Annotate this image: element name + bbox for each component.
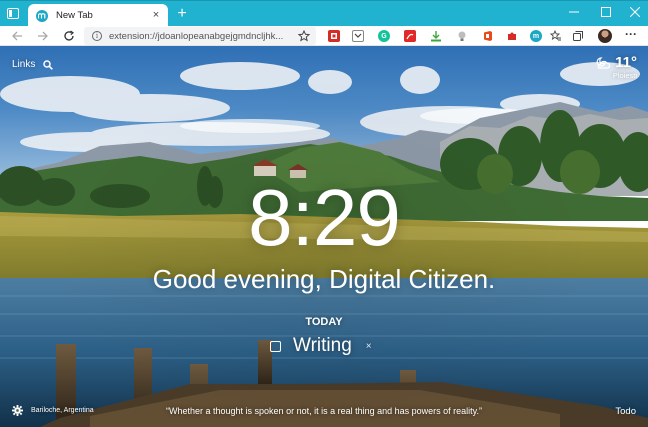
momentum-favicon-icon [36, 9, 48, 22]
pdf-icon[interactable] [404, 30, 416, 42]
search-icon[interactable] [43, 59, 54, 70]
weather-widget[interactable]: 11° Ploiesti [595, 54, 637, 80]
momentum-extension-icon[interactable]: m [530, 30, 542, 42]
browser-toolbar: i extension://jdoanlopeanabgejgmdncljhk.… [0, 26, 648, 46]
forward-button[interactable] [36, 29, 50, 43]
pocket-icon[interactable] [352, 30, 364, 42]
lastpass-icon[interactable] [328, 30, 340, 42]
close-window-button[interactable] [620, 1, 648, 23]
maximize-button[interactable] [591, 1, 621, 23]
new-tab-button[interactable]: + [174, 5, 190, 23]
lightbulb-icon[interactable] [456, 30, 468, 42]
grammarly-icon[interactable]: G [378, 30, 390, 42]
forward-arrow-icon [38, 31, 48, 41]
clock: 8:29 [248, 173, 401, 262]
daily-quote[interactable]: “Whether a thought is spoken or not, it … [0, 406, 648, 416]
focus-task-text[interactable]: Writing [293, 335, 352, 357]
refresh-icon [64, 30, 74, 41]
tab-title: New Tab [56, 10, 93, 21]
settings-more-button[interactable]: ··· [624, 28, 638, 43]
partly-cloudy-night-icon [596, 56, 611, 69]
focus-task: Writing × [270, 335, 372, 357]
office-icon[interactable] [482, 30, 494, 42]
momentum-dashboard: Links 11° Ploiesti 8:29 Good evening, Di… [0, 46, 648, 427]
focus-checkbox[interactable] [270, 340, 281, 352]
links-button[interactable]: Links [12, 59, 35, 70]
links-widget: Links [12, 59, 54, 70]
add-favorite-star-icon[interactable] [298, 30, 310, 42]
back-arrow-icon [12, 31, 22, 41]
puzzle-icon[interactable] [506, 30, 518, 42]
site-info-icon[interactable]: i [92, 31, 102, 41]
profile-avatar[interactable] [598, 29, 612, 43]
download-icon[interactable] [430, 30, 442, 42]
collections-icon[interactable] [572, 30, 584, 42]
weather-city: Ploiesti [612, 71, 637, 80]
todo-button[interactable]: Todo [615, 406, 636, 417]
address-url: extension://jdoanlopeanabgejgmdncljhk... [109, 30, 284, 42]
tab-new-tab[interactable]: New Tab × [28, 4, 168, 27]
greeting: Good evening, Digital Citizen. [152, 264, 496, 294]
refresh-button[interactable] [62, 29, 76, 43]
focus-remove-button[interactable]: × [366, 341, 372, 352]
workspaces-icon[interactable] [7, 8, 19, 19]
minimize-button[interactable] [559, 1, 589, 23]
tab-close-button[interactable]: × [148, 10, 164, 21]
title-bar: New Tab × + [0, 0, 648, 27]
favorites-icon[interactable] [550, 30, 562, 42]
focus-heading: TODAY [305, 316, 343, 328]
address-bar[interactable]: i extension://jdoanlopeanabgejgmdncljhk.… [84, 27, 316, 45]
weather-temperature: 11° [615, 54, 637, 71]
back-button[interactable] [10, 29, 24, 43]
